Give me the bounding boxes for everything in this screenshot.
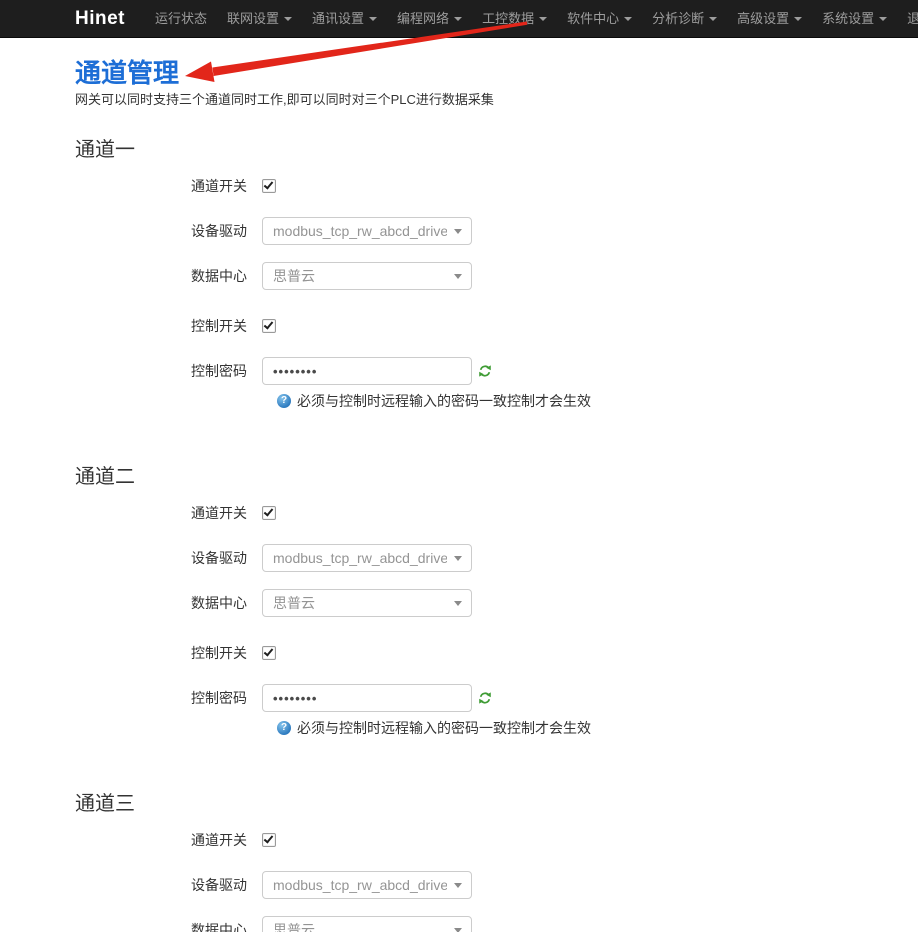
channel-section: 通道三 通道开关 设备驱动 modbus_tcp_rw_abcd_driver …: [0, 790, 918, 932]
chevron-down-icon: [624, 17, 632, 21]
check-icon: [264, 179, 274, 189]
page-title: 通道管理: [75, 58, 918, 88]
control-password-row: 控制密码: [75, 357, 918, 385]
help-icon: [277, 721, 291, 735]
device-driver-value: modbus_tcp_rw_abcd_driver: [273, 877, 447, 893]
chevron-down-icon: [709, 17, 717, 21]
data-center-value: 思普云: [273, 593, 315, 613]
check-icon: [264, 506, 274, 516]
navbar-item[interactable]: 系统设置: [812, 0, 897, 38]
chevron-down-icon: [454, 229, 462, 234]
brand-logo[interactable]: Hinet: [75, 8, 125, 30]
navbar-item[interactable]: 通讯设置: [302, 0, 387, 38]
data-center-value: 思普云: [273, 920, 315, 932]
navbar-item[interactable]: 联网设置: [217, 0, 302, 38]
device-driver-row: 设备驱动 modbus_tcp_rw_abcd_driver: [75, 217, 918, 245]
chevron-down-icon: [454, 928, 462, 932]
device-driver-value: modbus_tcp_rw_abcd_driver: [273, 223, 447, 239]
control-password-input[interactable]: [262, 684, 472, 712]
channel-section: 通道一 通道开关 设备驱动 modbus_tcp_rw_abcd_driver …: [0, 136, 918, 411]
page-description: 网关可以同时支持三个通道同时工作,即可以同时对三个PLC进行数据采集: [75, 92, 918, 108]
check-icon: [264, 646, 274, 656]
navbar-item[interactable]: 软件中心: [557, 0, 642, 38]
check-icon: [264, 319, 274, 329]
channels: 通道一 通道开关 设备驱动 modbus_tcp_rw_abcd_driver …: [0, 136, 918, 932]
device-driver-label: 设备驱动: [75, 548, 262, 568]
navbar-item[interactable]: 运行状态: [145, 0, 217, 38]
control-switch-row: 控制开关: [75, 312, 918, 340]
navbar-item[interactable]: 编程网络: [387, 0, 472, 38]
channel-heading: 通道一: [75, 136, 918, 164]
refresh-icon[interactable]: [478, 691, 492, 705]
channel-heading: 通道三: [75, 790, 918, 818]
chevron-down-icon: [454, 601, 462, 606]
chevron-down-icon: [284, 17, 292, 21]
help-icon: [277, 394, 291, 408]
device-driver-row: 设备驱动 modbus_tcp_rw_abcd_driver: [75, 544, 918, 572]
device-driver-select[interactable]: modbus_tcp_rw_abcd_driver: [262, 871, 472, 899]
data-center-select[interactable]: 思普云: [262, 589, 472, 617]
data-center-select[interactable]: 思普云: [262, 916, 472, 932]
device-driver-label: 设备驱动: [75, 221, 262, 241]
channel-switch-label: 通道开关: [75, 176, 262, 196]
control-switch-checkbox[interactable]: [262, 319, 276, 333]
channel-switch-label: 通道开关: [75, 503, 262, 523]
data-center-row: 数据中心 思普云: [75, 589, 918, 617]
data-center-row: 数据中心 思普云: [75, 262, 918, 290]
channel-switch-label: 通道开关: [75, 830, 262, 850]
control-password-label: 控制密码: [75, 688, 262, 708]
chevron-down-icon: [454, 274, 462, 279]
main-content: 通道管理 网关可以同时支持三个通道同时工作,即可以同时对三个PLC进行数据采集 …: [0, 58, 918, 932]
top-navbar: Hinet 运行状态联网设置通讯设置编程网络工控数据软件中心分析诊断高级设置系统…: [0, 0, 918, 38]
data-center-label: 数据中心: [75, 266, 262, 286]
password-help-row: 必须与控制时远程输入的密码一致控制才会生效: [277, 391, 918, 411]
device-driver-value: modbus_tcp_rw_abcd_driver: [273, 550, 447, 566]
control-password-input[interactable]: [262, 357, 472, 385]
control-password-label: 控制密码: [75, 361, 262, 381]
channel-switch-row: 通道开关: [75, 826, 918, 854]
check-icon: [264, 833, 274, 843]
data-center-label: 数据中心: [75, 593, 262, 613]
channel-switch-row: 通道开关: [75, 172, 918, 200]
device-driver-select[interactable]: modbus_tcp_rw_abcd_driver: [262, 217, 472, 245]
navbar-item[interactable]: 退出: [897, 0, 918, 38]
channel-heading: 通道二: [75, 463, 918, 491]
navbar-item[interactable]: 高级设置: [727, 0, 812, 38]
chevron-down-icon: [794, 17, 802, 21]
channel-switch-checkbox[interactable]: [262, 506, 276, 520]
device-driver-select[interactable]: modbus_tcp_rw_abcd_driver: [262, 544, 472, 572]
chevron-down-icon: [454, 17, 462, 21]
device-driver-label: 设备驱动: [75, 875, 262, 895]
password-help-text: 必须与控制时远程输入的密码一致控制才会生效: [297, 718, 591, 738]
chevron-down-icon: [369, 17, 377, 21]
control-password-row: 控制密码: [75, 684, 918, 712]
navbar-item[interactable]: 工控数据: [472, 0, 557, 38]
chevron-down-icon: [454, 883, 462, 888]
data-center-row: 数据中心 思普云: [75, 916, 918, 932]
chevron-down-icon: [539, 17, 547, 21]
data-center-label: 数据中心: [75, 920, 262, 932]
chevron-down-icon: [454, 556, 462, 561]
channel-switch-checkbox[interactable]: [262, 179, 276, 193]
data-center-value: 思普云: [273, 266, 315, 286]
channel-switch-checkbox[interactable]: [262, 833, 276, 847]
control-switch-label: 控制开关: [75, 643, 262, 663]
channel-switch-row: 通道开关: [75, 499, 918, 527]
control-switch-checkbox[interactable]: [262, 646, 276, 660]
navbar-item[interactable]: 分析诊断: [642, 0, 727, 38]
channel-section: 通道二 通道开关 设备驱动 modbus_tcp_rw_abcd_driver …: [0, 463, 918, 738]
navbar-menu: 运行状态联网设置通讯设置编程网络工控数据软件中心分析诊断高级设置系统设置退出: [145, 0, 918, 38]
password-help-text: 必须与控制时远程输入的密码一致控制才会生效: [297, 391, 591, 411]
control-switch-label: 控制开关: [75, 316, 262, 336]
refresh-icon[interactable]: [478, 364, 492, 378]
control-switch-row: 控制开关: [75, 639, 918, 667]
chevron-down-icon: [879, 17, 887, 21]
device-driver-row: 设备驱动 modbus_tcp_rw_abcd_driver: [75, 871, 918, 899]
data-center-select[interactable]: 思普云: [262, 262, 472, 290]
password-help-row: 必须与控制时远程输入的密码一致控制才会生效: [277, 718, 918, 738]
